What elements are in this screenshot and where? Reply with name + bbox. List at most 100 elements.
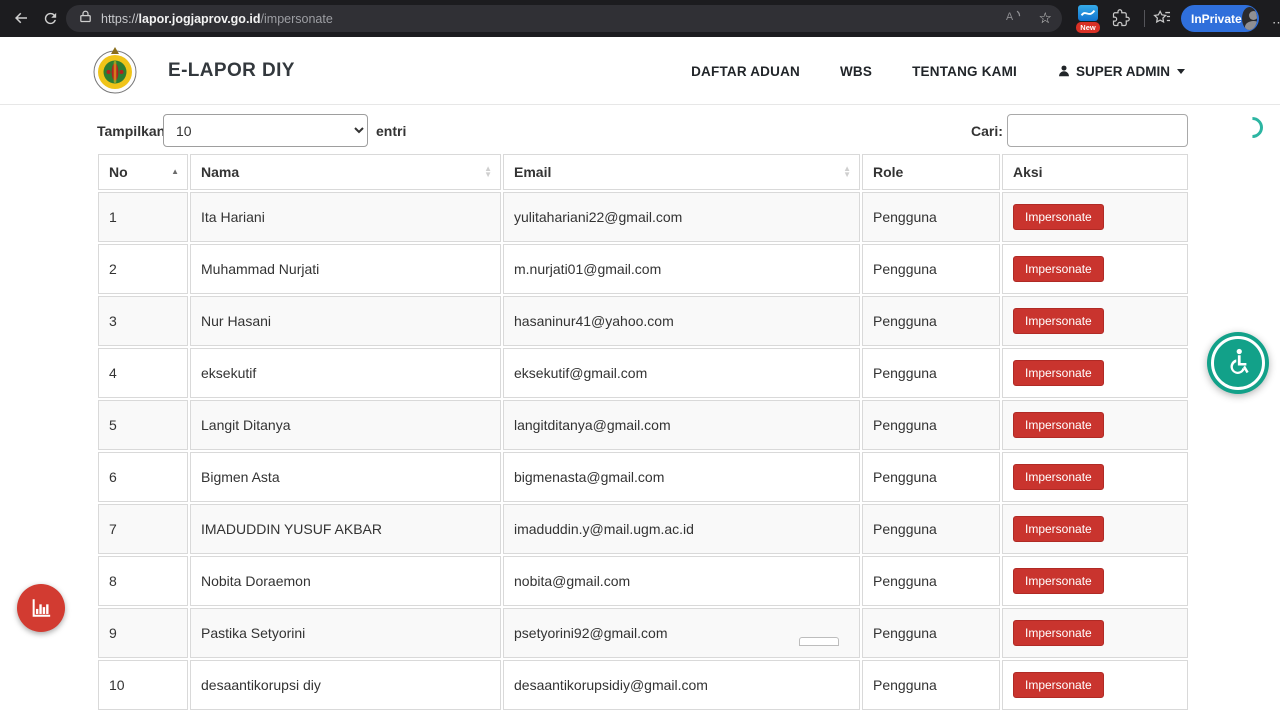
cell-nama: Pastika Setyorini (190, 608, 501, 658)
search-label: Cari: (971, 123, 1003, 139)
cell-role: Pengguna (862, 660, 1000, 710)
impersonate-button[interactable]: Impersonate (1013, 308, 1104, 334)
sort-asc-icon: ▲ (171, 169, 179, 175)
impersonate-button[interactable]: Impersonate (1013, 620, 1104, 646)
pagination-button-partial[interactable] (799, 637, 839, 646)
refresh-icon[interactable] (42, 10, 59, 27)
browser-titlebar: https://lapor.jogjaprov.go.id/impersonat… (0, 0, 1280, 37)
cell-nama: Bigmen Asta (190, 452, 501, 502)
column-header-role[interactable]: Role (862, 154, 1000, 190)
cell-nama: Nobita Doraemon (190, 556, 501, 606)
table-row: 5 Langit Ditanya langitditanya@gmail.com… (98, 400, 1188, 450)
cell-email: eksekutif@gmail.com (503, 348, 860, 398)
cell-no: 8 (98, 556, 188, 606)
user-menu-label: SUPER ADMIN (1076, 64, 1170, 79)
table-row: 7 IMADUDDIN YUSUF AKBAR imaduddin.y@mail… (98, 504, 1188, 554)
site-header: E-LAPOR DIY DAFTAR ADUAN WBS TENTANG KAM… (0, 37, 1280, 105)
jogja-provincial-logo (92, 46, 138, 101)
new-badge: New (1076, 22, 1100, 33)
cell-nama: IMADUDDIN YUSUF AKBAR (190, 504, 501, 554)
read-aloud-icon[interactable]: A (1005, 7, 1025, 30)
column-header-nama[interactable]: Nama▲▼ (190, 154, 501, 190)
cell-aksi: Impersonate (1002, 556, 1188, 606)
cell-no: 4 (98, 348, 188, 398)
cell-role: Pengguna (862, 608, 1000, 658)
cell-role: Pengguna (862, 504, 1000, 554)
column-header-no[interactable]: No▲ (98, 154, 188, 190)
cell-email: hasaninur41@yahoo.com (503, 296, 860, 346)
table-header-row: No▲ Nama▲▼ Email▲▼ Role Aksi (98, 154, 1188, 190)
nav-daftar-aduan[interactable]: DAFTAR ADUAN (691, 64, 800, 79)
users-table: No▲ Nama▲▼ Email▲▼ Role Aksi 1 Ita Haria… (96, 152, 1188, 712)
cell-role: Pengguna (862, 192, 1000, 242)
column-header-email[interactable]: Email▲▼ (503, 154, 860, 190)
extensions-puzzle-icon[interactable] (1112, 9, 1130, 27)
impersonate-button[interactable]: Impersonate (1013, 672, 1104, 698)
impersonate-button[interactable]: Impersonate (1013, 412, 1104, 438)
table-row: 6 Bigmen Asta bigmenasta@gmail.com Pengg… (98, 452, 1188, 502)
table-row: 3 Nur Hasani hasaninur41@yahoo.com Pengg… (98, 296, 1188, 346)
cell-aksi: Impersonate (1002, 608, 1188, 658)
main-nav: DAFTAR ADUAN WBS TENTANG KAMI SUPER ADMI… (691, 37, 1185, 105)
table-row: 8 Nobita Doraemon nobita@gmail.com Pengg… (98, 556, 1188, 606)
cell-email: psetyorini92@gmail.com (503, 608, 860, 658)
cell-aksi: Impersonate (1002, 244, 1188, 294)
page-size-select[interactable]: 10 (163, 114, 368, 147)
impersonate-button[interactable]: Impersonate (1013, 516, 1104, 542)
cell-no: 7 (98, 504, 188, 554)
cell-role: Pengguna (862, 348, 1000, 398)
impersonate-button[interactable]: Impersonate (1013, 568, 1104, 594)
wheelchair-icon (1223, 347, 1253, 377)
cell-no: 10 (98, 660, 188, 710)
cell-aksi: Impersonate (1002, 504, 1188, 554)
chevron-down-icon (1177, 69, 1185, 74)
svg-text:A: A (1006, 11, 1014, 23)
cell-aksi: Impersonate (1002, 452, 1188, 502)
table-row: 2 Muhammad Nurjati m.nurjati01@gmail.com… (98, 244, 1188, 294)
impersonate-button[interactable]: Impersonate (1013, 464, 1104, 490)
bar-chart-icon (30, 597, 52, 619)
cell-aksi: Impersonate (1002, 660, 1188, 710)
browser-more-icon[interactable]: ⋯ (1272, 15, 1280, 21)
address-bar[interactable]: https://lapor.jogjaprov.go.id/impersonat… (66, 5, 1062, 32)
accessibility-widget-button[interactable] (1207, 332, 1269, 394)
back-icon[interactable] (12, 9, 30, 27)
cell-role: Pengguna (862, 400, 1000, 450)
sort-icon: ▲▼ (484, 166, 492, 178)
table-row: 9 Pastika Setyorini psetyorini92@gmail.c… (98, 608, 1188, 658)
cell-aksi: Impersonate (1002, 296, 1188, 346)
cell-no: 9 (98, 608, 188, 658)
cell-no: 6 (98, 452, 188, 502)
column-header-aksi: Aksi (1002, 154, 1188, 190)
table-row: 10 desaantikorupsi diy desaantikorupsidi… (98, 660, 1188, 710)
nav-wbs[interactable]: WBS (840, 64, 872, 79)
statistics-button[interactable] (17, 584, 65, 632)
cell-no: 1 (98, 192, 188, 242)
cell-no: 3 (98, 296, 188, 346)
cell-nama: Nur Hasani (190, 296, 501, 346)
cell-email: bigmenasta@gmail.com (503, 452, 860, 502)
cell-email: langitditanya@gmail.com (503, 400, 860, 450)
cell-no: 5 (98, 400, 188, 450)
favorite-star-icon[interactable]: ☆ (1039, 11, 1052, 26)
profile-avatar[interactable] (1242, 7, 1257, 30)
cell-role: Pengguna (862, 556, 1000, 606)
url-text: https://lapor.jogjaprov.go.id/impersonat… (101, 12, 1005, 26)
table-row: 1 Ita Hariani yulitahariani22@gmail.com … (98, 192, 1188, 242)
nav-tentang-kami[interactable]: TENTANG KAMI (912, 64, 1017, 79)
cell-no: 2 (98, 244, 188, 294)
impersonate-button[interactable]: Impersonate (1013, 360, 1104, 386)
cell-role: Pengguna (862, 244, 1000, 294)
lock-icon (78, 9, 93, 29)
search-input[interactable] (1007, 114, 1188, 147)
extension-new-icon[interactable]: New (1076, 4, 1100, 33)
impersonate-button[interactable]: Impersonate (1013, 256, 1104, 282)
table-row: 4 eksekutif eksekutif@gmail.com Pengguna… (98, 348, 1188, 398)
inprivate-badge[interactable]: InPrivate (1181, 5, 1259, 32)
favorites-collections-icon[interactable] (1153, 9, 1172, 28)
impersonate-button[interactable]: Impersonate (1013, 204, 1104, 230)
user-menu-super-admin[interactable]: SUPER ADMIN (1057, 64, 1185, 79)
toolbar-divider (1144, 10, 1145, 27)
sort-icon: ▲▼ (843, 166, 851, 178)
entries-label: entri (376, 123, 406, 139)
